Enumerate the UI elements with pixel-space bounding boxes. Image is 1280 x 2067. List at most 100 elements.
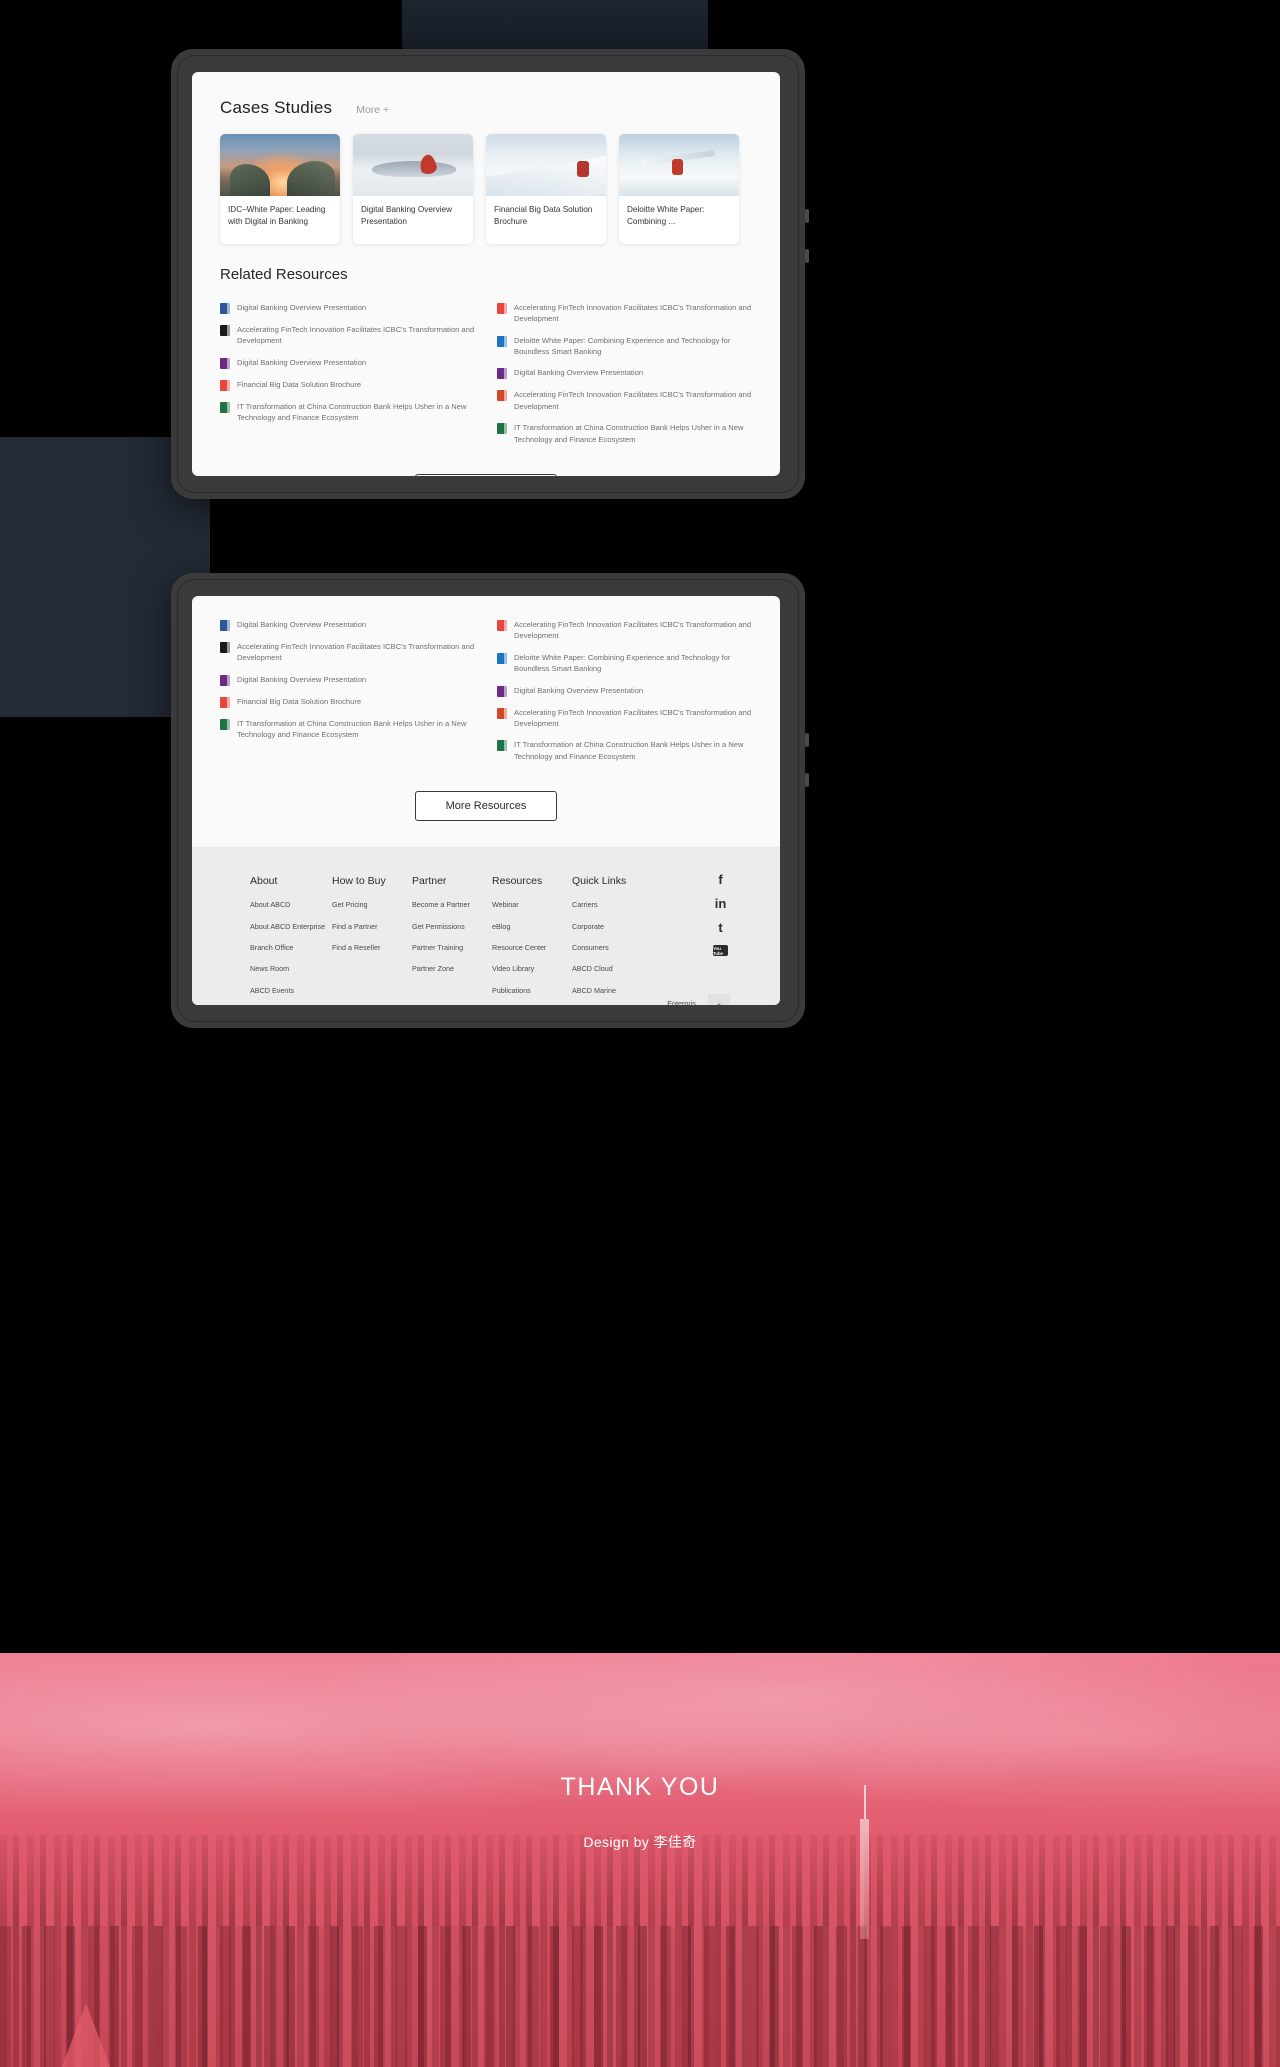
footer-link[interactable]: eBlog — [492, 922, 572, 932]
enterprise-label: Enterpris — [667, 999, 696, 1005]
resource-label: Deloitte White Paper: Combining Experien… — [514, 335, 731, 356]
footer-link[interactable]: Partner Zone — [412, 964, 492, 974]
more-resources-row-2: More Resources — [220, 767, 752, 822]
powerpoint-file-icon — [497, 390, 507, 402]
footer-link[interactable]: About ABCD — [250, 900, 332, 910]
tablet-device-top: Cases Studies More + IDC–White Paper: Le… — [171, 49, 809, 499]
foreground-cone-shape — [62, 2003, 110, 2067]
publisher-file-icon — [497, 652, 507, 664]
resource-label: Digital Banking Overview Presentation — [514, 368, 644, 378]
resource-label: Accelerating FinTech Innovation Facilita… — [514, 707, 752, 728]
footer-link[interactable]: ABCD Cloud — [572, 964, 692, 974]
resource-label: IT Transformation at China Construction … — [237, 718, 467, 740]
list-item[interactable]: Deloitte White Paper: Combining Experien… — [497, 330, 752, 363]
paraglider-snow-valley-photo — [353, 134, 473, 196]
list-item[interactable]: IT Transformation at China Construction … — [220, 396, 475, 429]
cases-more-link[interactable]: More + — [356, 104, 389, 116]
case-study-card-title: IDC–White Paper: Leading with Digital in… — [228, 205, 326, 226]
footer-link[interactable]: Become a Partner — [412, 900, 492, 910]
page-title: Cases Studies — [220, 98, 333, 117]
list-item[interactable]: Accelerating FinTech Innovation Facilita… — [497, 702, 752, 735]
case-study-card[interactable]: Deloitte White Paper: Combining ... — [619, 134, 739, 244]
case-study-card[interactable]: Digital Banking Overview Presentation — [353, 134, 473, 244]
footer-link[interactable]: Corporate — [572, 922, 692, 932]
device-button-upper[interactable] — [805, 209, 809, 223]
mountain-bike-sunset-photo — [220, 134, 340, 196]
list-item[interactable]: Digital Banking Overview Presentation — [220, 669, 475, 691]
related-resources-title: Related Resources — [220, 265, 348, 283]
visio-file-icon — [220, 674, 230, 686]
list-item[interactable]: Accelerating FinTech Innovation Facilita… — [497, 614, 752, 647]
footer-link[interactable]: Consumers — [572, 943, 692, 953]
powerpoint-file-icon — [497, 707, 507, 719]
more-resources-button[interactable]: More Resources — [414, 473, 558, 476]
more-resources-button-2[interactable]: More Resources — [414, 791, 558, 822]
footer-link[interactable]: Webinar — [492, 900, 572, 910]
youtube-icon[interactable]: You Tube — [713, 945, 728, 957]
footer-link[interactable]: News Room — [250, 964, 332, 974]
list-item[interactable]: Digital Banking Overview Presentation — [497, 362, 752, 384]
footer-column-title: How to Buy — [332, 875, 386, 888]
list-item[interactable]: IT Transformation at China Construction … — [497, 417, 752, 450]
footer-link[interactable]: Publications — [492, 986, 572, 996]
city-skyline-foreground — [0, 1926, 1280, 2067]
linkedin-icon[interactable]: in — [715, 897, 727, 910]
word-file-icon — [220, 302, 230, 314]
footer-link[interactable]: Carriers — [572, 900, 692, 910]
device-button-upper-2[interactable] — [805, 733, 809, 747]
case-study-card[interactable]: IDC–White Paper: Leading with Digital in… — [220, 134, 340, 244]
footer-column-title: Partner — [412, 875, 447, 888]
list-item[interactable]: Accelerating FinTech Innovation Facilita… — [497, 384, 752, 417]
footer-link[interactable]: Resource Center — [492, 943, 572, 953]
cases-studies-header: Cases Studies More + — [192, 72, 780, 118]
footer-link[interactable]: ABCD Events — [250, 986, 332, 996]
footer-link[interactable]: Video Library — [492, 964, 572, 974]
facebook-icon[interactable]: f — [718, 873, 722, 886]
cases-studies-card-list: IDC–White Paper: Leading with Digital in… — [192, 118, 780, 244]
related-resources-section-2: Digital Banking Overview Presentation Ac… — [192, 596, 780, 822]
tablet-screen-bottom: Digital Banking Overview Presentation Ac… — [192, 596, 780, 1005]
footer-link[interactable]: ABCD Marine — [572, 986, 692, 996]
list-item[interactable]: Accelerating FinTech Innovation Facilita… — [220, 319, 475, 352]
resource-label: Accelerating FinTech Innovation Facilita… — [514, 390, 752, 411]
footer-link[interactable]: Find a Reseller — [332, 943, 412, 953]
footer-link[interactable]: Get Permissions — [412, 922, 492, 932]
list-item[interactable]: Digital Banking Overview Presentation — [220, 614, 475, 636]
footer-link[interactable]: Branch Office — [250, 943, 332, 953]
word-file-icon — [220, 620, 230, 631]
related-resources-grid: Digital Banking Overview Presentation Ac… — [220, 297, 752, 450]
footer-column-about: About About ABCD About ABCD Enterprise B… — [250, 875, 332, 1005]
list-item[interactable]: Digital Banking Overview Presentation — [220, 352, 475, 374]
related-resources-grid-2: Digital Banking Overview Presentation Ac… — [220, 614, 752, 767]
site-footer: About About ABCD About ABCD Enterprise B… — [192, 847, 780, 1005]
twitter-icon[interactable]: t — [718, 921, 722, 934]
list-item[interactable]: Digital Banking Overview Presentation — [497, 680, 752, 702]
list-item[interactable]: Financial Big Data Solution Brochure — [220, 374, 475, 396]
resource-label: Accelerating FinTech Innovation Facilita… — [237, 642, 475, 663]
footer-link[interactable]: Get Pricing — [332, 900, 412, 910]
list-item[interactable]: Deloitte White Paper: Combining Experien… — [497, 647, 752, 680]
footer-link[interactable]: About ABCD Enterprise — [250, 922, 332, 932]
hero-text-block: THANK YOU Design by 李佳奇 — [0, 1773, 1280, 1852]
footer-link[interactable]: Partner Training — [412, 943, 492, 953]
pdf-file-icon — [497, 620, 507, 631]
zip-file-icon — [220, 324, 230, 336]
list-item[interactable]: Digital Banking Overview Presentation — [220, 297, 475, 319]
visio-file-icon — [220, 357, 230, 369]
list-item[interactable]: Financial Big Data Solution Brochure — [220, 691, 475, 713]
page-root: Cases Studies More + IDC–White Paper: Le… — [0, 0, 1280, 2067]
resource-label: Financial Big Data Solution Brochure — [237, 379, 362, 389]
list-item[interactable]: Accelerating FinTech Innovation Facilita… — [497, 297, 752, 330]
device-button-lower[interactable] — [805, 249, 809, 263]
device-button-lower-2[interactable] — [805, 773, 809, 787]
resource-label: Digital Banking Overview Presentation — [237, 357, 367, 367]
list-item[interactable]: Accelerating FinTech Innovation Facilita… — [220, 636, 475, 669]
footer-link[interactable]: Find a Partner — [332, 922, 412, 932]
resource-label: Accelerating FinTech Innovation Facilita… — [514, 620, 752, 641]
list-item[interactable]: IT Transformation at China Construction … — [497, 734, 752, 767]
case-study-card[interactable]: Financial Big Data Solution Brochure — [486, 134, 606, 244]
resource-label: Digital Banking Overview Presentation — [514, 685, 644, 695]
back-to-top-button[interactable]: ⌃ — [708, 994, 730, 1005]
list-item[interactable]: IT Transformation at China Construction … — [220, 713, 475, 746]
publisher-file-icon — [497, 335, 507, 347]
